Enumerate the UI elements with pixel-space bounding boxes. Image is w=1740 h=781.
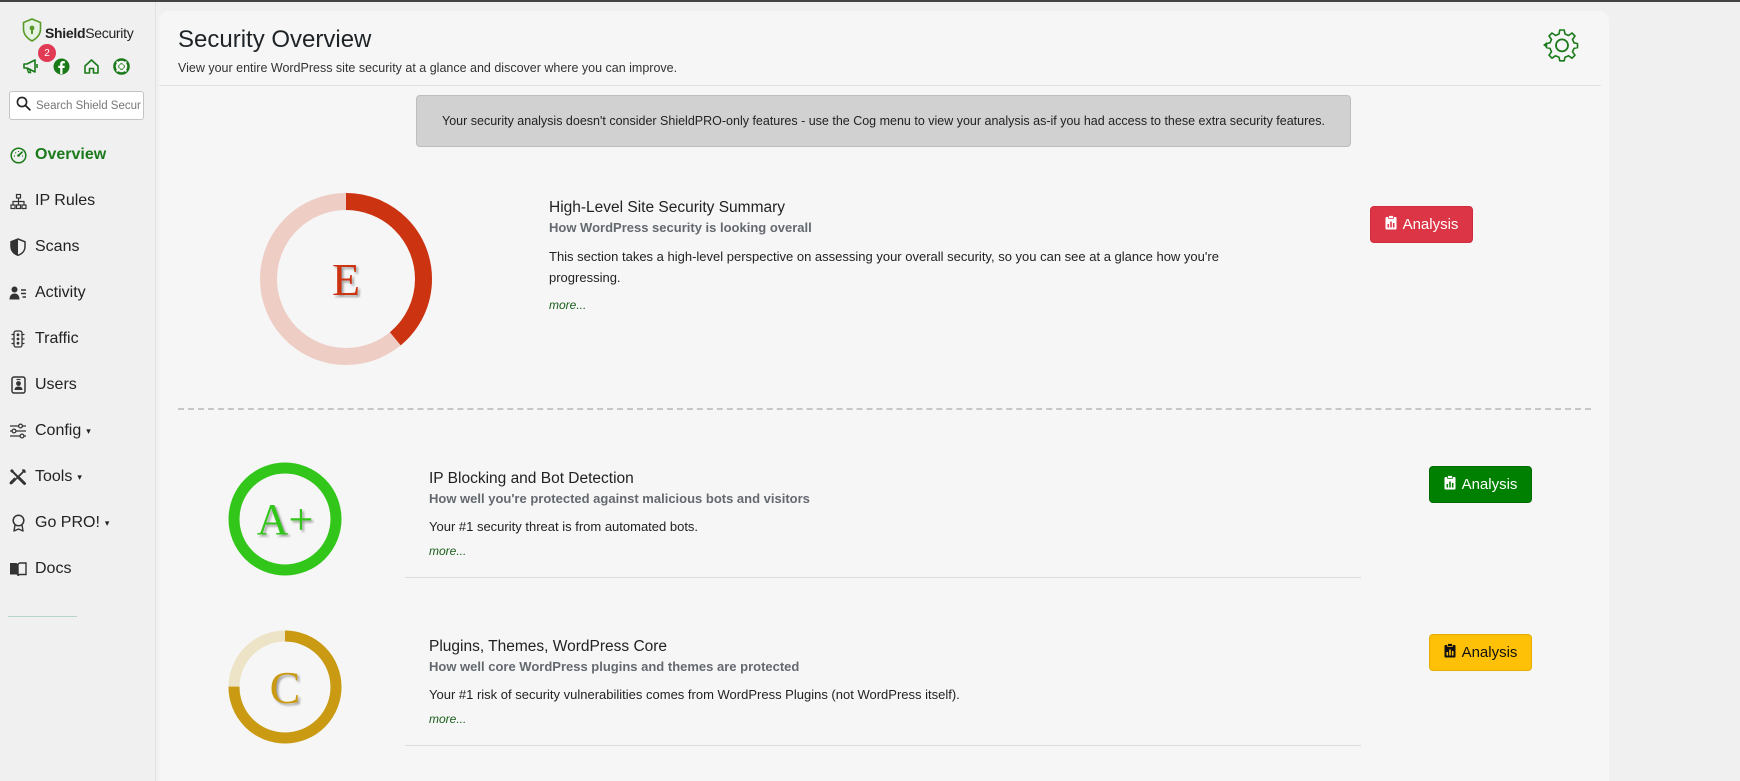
section-description: This section takes a high-level perspect… — [549, 249, 1219, 285]
sidebar: ShieldSecurity 2 Overview — [0, 2, 156, 781]
sliders-icon — [9, 422, 27, 440]
more-link[interactable]: more... — [549, 298, 586, 312]
header-divider — [159, 85, 1601, 86]
button-label: Analysis — [1461, 644, 1518, 661]
sidebar-item-config[interactable]: Config ▾ — [0, 408, 156, 454]
sidebar-item-docs[interactable]: Docs — [0, 546, 156, 592]
network-icon — [9, 192, 27, 210]
person-badge-icon — [9, 376, 27, 394]
section-description: Your #1 security threat is from automate… — [429, 519, 699, 534]
sidebar-item-ip-rules[interactable]: IP Rules — [0, 178, 156, 224]
award-icon — [9, 514, 27, 532]
megaphone-icon[interactable]: 2 — [22, 44, 56, 75]
sidebar-item-activity[interactable]: Activity — [0, 270, 156, 316]
grade-letter-overall: E — [331, 253, 361, 305]
sidebar-item-go-pro[interactable]: Go PRO! ▾ — [0, 500, 156, 546]
chevron-down-icon: ▾ — [104, 517, 110, 528]
sidebar-item-label: Activity — [35, 284, 86, 301]
sidebar-divider — [8, 616, 77, 617]
sidebar-item-label: Docs — [35, 560, 72, 577]
grade-letter-plugins: C — [269, 661, 301, 713]
analysis-button-plugins[interactable]: Analysis — [1429, 634, 1532, 671]
section-title: Plugins, Themes, WordPress Core — [429, 638, 668, 655]
window-top-border — [0, 0, 1740, 2]
sidebar-item-label: Config — [35, 422, 82, 439]
shield-logo-icon — [22, 18, 42, 47]
sidebar-item-label: Overview — [35, 146, 107, 163]
search-icon — [16, 96, 31, 116]
button-label: Analysis — [1461, 476, 1518, 493]
sidebar-item-users[interactable]: Users — [0, 362, 156, 408]
book-icon — [9, 560, 27, 578]
more-link[interactable]: more... — [429, 712, 466, 726]
chevron-down-icon: ▾ — [86, 425, 91, 436]
row-divider — [405, 577, 1361, 578]
clipboard-data-icon — [1444, 475, 1456, 494]
shield-security-logo[interactable]: ShieldSecurity — [22, 18, 134, 47]
gear-icon — [1535, 27, 1579, 68]
sidebar-item-scans[interactable]: Scans — [0, 224, 156, 270]
settings-cog-menu-button[interactable] — [1535, 28, 1579, 66]
sidebar-item-label: Users — [35, 376, 77, 393]
grade-letter-ip-blocking: A+ — [256, 494, 314, 544]
sidebar-item-label: Traffic — [35, 330, 79, 347]
logo-text: ShieldSecurity — [45, 24, 134, 41]
home-icon[interactable] — [82, 57, 100, 75]
sidebar-item-label: Go PRO! — [35, 514, 100, 531]
button-label: Analysis — [1402, 216, 1459, 233]
section-title: IP Blocking and Bot Detection — [429, 470, 634, 487]
quick-links: 2 — [22, 44, 130, 75]
search-input[interactable] — [36, 99, 141, 112]
main-panel: Security Overview View your entire WordP… — [159, 11, 1609, 781]
section-subtitle: How WordPress security is looking overal… — [549, 220, 812, 235]
page-subtitle: View your entire WordPress site security… — [178, 61, 678, 75]
pro-features-notice: Your security analysis doesn't consider … — [416, 95, 1351, 147]
section-divider-dashed — [178, 408, 1591, 410]
analysis-button-overall[interactable]: Analysis — [1370, 206, 1473, 243]
more-link[interactable]: more... — [429, 544, 466, 558]
shield-half-icon — [9, 238, 27, 256]
sidebar-item-traffic[interactable]: Traffic — [0, 316, 156, 362]
sidebar-item-label: IP Rules — [35, 192, 96, 209]
sidebar-nav: Overview IP Rules Scans Activity Traffic — [0, 132, 156, 592]
sidebar-item-label: Scans — [35, 238, 80, 255]
section-subtitle: How well core WordPress plugins and them… — [429, 659, 800, 674]
clipboard-data-icon — [1385, 215, 1397, 234]
section-description: Your #1 risk of security vulnerabilities… — [429, 687, 960, 702]
sidebar-item-tools[interactable]: Tools ▾ — [0, 454, 156, 500]
page-title: Security Overview — [178, 26, 372, 53]
facebook-icon[interactable] — [52, 57, 70, 75]
speedometer-icon — [9, 146, 27, 164]
tools-icon — [9, 468, 27, 486]
chevron-down-icon: ▾ — [77, 471, 82, 482]
analysis-button-ip-blocking[interactable]: Analysis — [1429, 466, 1532, 503]
sidebar-item-overview[interactable]: Overview — [0, 132, 156, 178]
support-lifebuoy-icon[interactable] — [112, 57, 130, 75]
person-lines-icon — [9, 284, 27, 302]
section-subtitle: How well you're protected against malici… — [429, 491, 810, 506]
section-title: High-Level Site Security Summary — [549, 199, 786, 216]
row-divider — [405, 745, 1361, 746]
traffic-light-icon — [9, 330, 27, 348]
sidebar-search — [9, 91, 144, 120]
sidebar-item-label: Tools — [35, 468, 73, 485]
clipboard-data-icon — [1444, 643, 1456, 662]
